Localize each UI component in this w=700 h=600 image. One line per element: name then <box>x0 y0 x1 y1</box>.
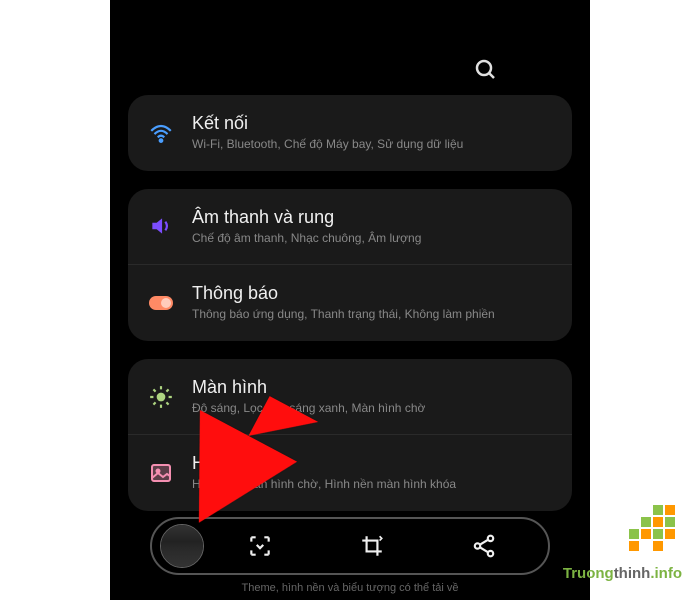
item-text: Kết nối Wi-Fi, Bluetooth, Chế độ Máy bay… <box>192 113 552 153</box>
toolbar-actions <box>204 528 540 564</box>
settings-item-connections[interactable]: Kết nối Wi-Fi, Bluetooth, Chế độ Máy bay… <box>128 95 572 171</box>
item-title: Hình nền <box>192 453 552 474</box>
wallpaper-icon <box>148 460 174 486</box>
watermark-text: Truongthinh.info <box>563 565 682 582</box>
share-icon[interactable] <box>466 528 502 564</box>
item-subtitle: Hình nền màn hình chờ, Hình nền màn hình… <box>192 477 552 493</box>
item-title: Âm thanh và rung <box>192 207 552 228</box>
item-subtitle: Chế độ âm thanh, Nhạc chuông, Âm lượng <box>192 231 552 247</box>
more-menu-icon[interactable] <box>512 48 560 84</box>
bottom-hint-text: Theme, hình nền và biểu tượng có thể tải… <box>242 582 459 594</box>
item-title: Màn hình <box>192 377 552 398</box>
wifi-icon <box>148 120 174 146</box>
watermark-part3: .info <box>650 565 682 582</box>
sound-icon <box>148 213 174 239</box>
top-bar <box>110 0 590 95</box>
item-subtitle: Độ sáng, Lọc ánh sáng xanh, Màn hình chờ <box>192 401 552 417</box>
item-text: Hình nền Hình nền màn hình chờ, Hình nền… <box>192 453 552 493</box>
settings-group-connections: Kết nối Wi-Fi, Bluetooth, Chế độ Máy bay… <box>128 95 572 171</box>
screenshot-toolbar <box>150 517 550 575</box>
settings-group-display: Màn hình Độ sáng, Lọc ánh sáng xanh, Màn… <box>128 359 572 511</box>
watermark-logo <box>618 505 678 560</box>
settings-item-display[interactable]: Màn hình Độ sáng, Lọc ánh sáng xanh, Màn… <box>128 359 572 435</box>
watermark-part2: thinh <box>614 565 651 582</box>
settings-item-wallpaper[interactable]: Hình nền Hình nền màn hình chờ, Hình nền… <box>128 434 572 511</box>
item-subtitle: Thông báo ứng dụng, Thanh trạng thái, Kh… <box>192 307 552 323</box>
screenshot-thumbnail[interactable] <box>160 524 204 568</box>
watermark-part1: Truong <box>563 565 614 582</box>
crop-icon[interactable] <box>354 528 390 564</box>
settings-item-notifications[interactable]: Thông báo Thông báo ứng dụng, Thanh trạn… <box>128 264 572 341</box>
brightness-icon <box>148 384 174 410</box>
phone-screenshot: Kết nối Wi-Fi, Bluetooth, Chế độ Máy bay… <box>110 0 590 600</box>
item-text: Thông báo Thông báo ứng dụng, Thanh trạn… <box>192 283 552 323</box>
scroll-capture-icon[interactable] <box>242 528 278 564</box>
item-title: Kết nối <box>192 113 552 134</box>
search-icon[interactable] <box>474 58 498 89</box>
notification-icon <box>148 290 174 316</box>
settings-item-sound[interactable]: Âm thanh và rung Chế độ âm thanh, Nhạc c… <box>128 189 572 265</box>
item-subtitle: Wi-Fi, Bluetooth, Chế độ Máy bay, Sử dụn… <box>192 137 552 153</box>
item-text: Âm thanh và rung Chế độ âm thanh, Nhạc c… <box>192 207 552 247</box>
item-text: Màn hình Độ sáng, Lọc ánh sáng xanh, Màn… <box>192 377 552 417</box>
settings-group-sound-notif: Âm thanh và rung Chế độ âm thanh, Nhạc c… <box>128 189 572 341</box>
item-title: Thông báo <box>192 283 552 304</box>
